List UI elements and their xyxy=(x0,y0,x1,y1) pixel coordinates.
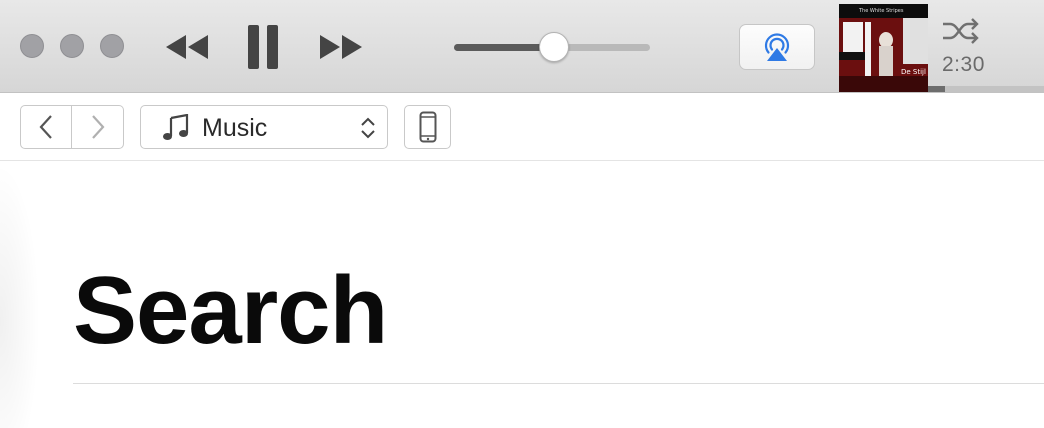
forward-button[interactable] xyxy=(72,105,124,149)
album-art-brand-text: De Stijl xyxy=(901,68,926,76)
chevron-right-icon xyxy=(91,115,104,139)
iphone-icon xyxy=(419,111,436,143)
fast-forward-icon xyxy=(320,35,362,59)
window-minimize-button[interactable] xyxy=(60,34,84,58)
chevron-left-icon xyxy=(39,115,52,139)
title-divider xyxy=(73,383,1044,384)
pause-icon xyxy=(248,25,278,69)
window-zoom-button[interactable] xyxy=(100,34,124,58)
elapsed-time: 2:30 xyxy=(942,53,985,76)
shuffle-button[interactable] xyxy=(940,16,984,46)
track-progress-bar[interactable] xyxy=(928,86,1044,92)
pause-button[interactable] xyxy=(244,24,282,70)
shuffle-icon xyxy=(943,18,979,44)
album-art-small-text: The White Stripes xyxy=(858,8,904,14)
media-type-label: Music xyxy=(202,114,268,142)
volume-knob[interactable] xyxy=(538,32,569,62)
page-title: Search xyxy=(73,257,388,364)
media-type-select[interactable]: Music xyxy=(140,105,388,149)
navigation-toolbar: Music xyxy=(0,93,1044,161)
up-down-chevron-icon xyxy=(361,117,375,139)
rewind-icon xyxy=(166,35,208,59)
back-button[interactable] xyxy=(20,105,72,149)
window-close-button[interactable] xyxy=(20,34,44,58)
album-cover-image: The White Stripes De Stijl xyxy=(839,4,928,92)
music-note-icon xyxy=(163,114,189,140)
fast-forward-button[interactable] xyxy=(317,30,365,64)
sidebar-edge-shadow xyxy=(0,162,40,428)
airplay-button[interactable] xyxy=(739,24,815,70)
player-bar: The White Stripes De Stijl 2:30 xyxy=(0,0,1044,93)
airplay-icon xyxy=(764,33,790,61)
rewind-button[interactable] xyxy=(163,30,211,64)
album-artwork[interactable]: The White Stripes De Stijl xyxy=(839,4,928,92)
device-button[interactable] xyxy=(404,105,451,149)
track-progress-fill xyxy=(928,86,946,92)
